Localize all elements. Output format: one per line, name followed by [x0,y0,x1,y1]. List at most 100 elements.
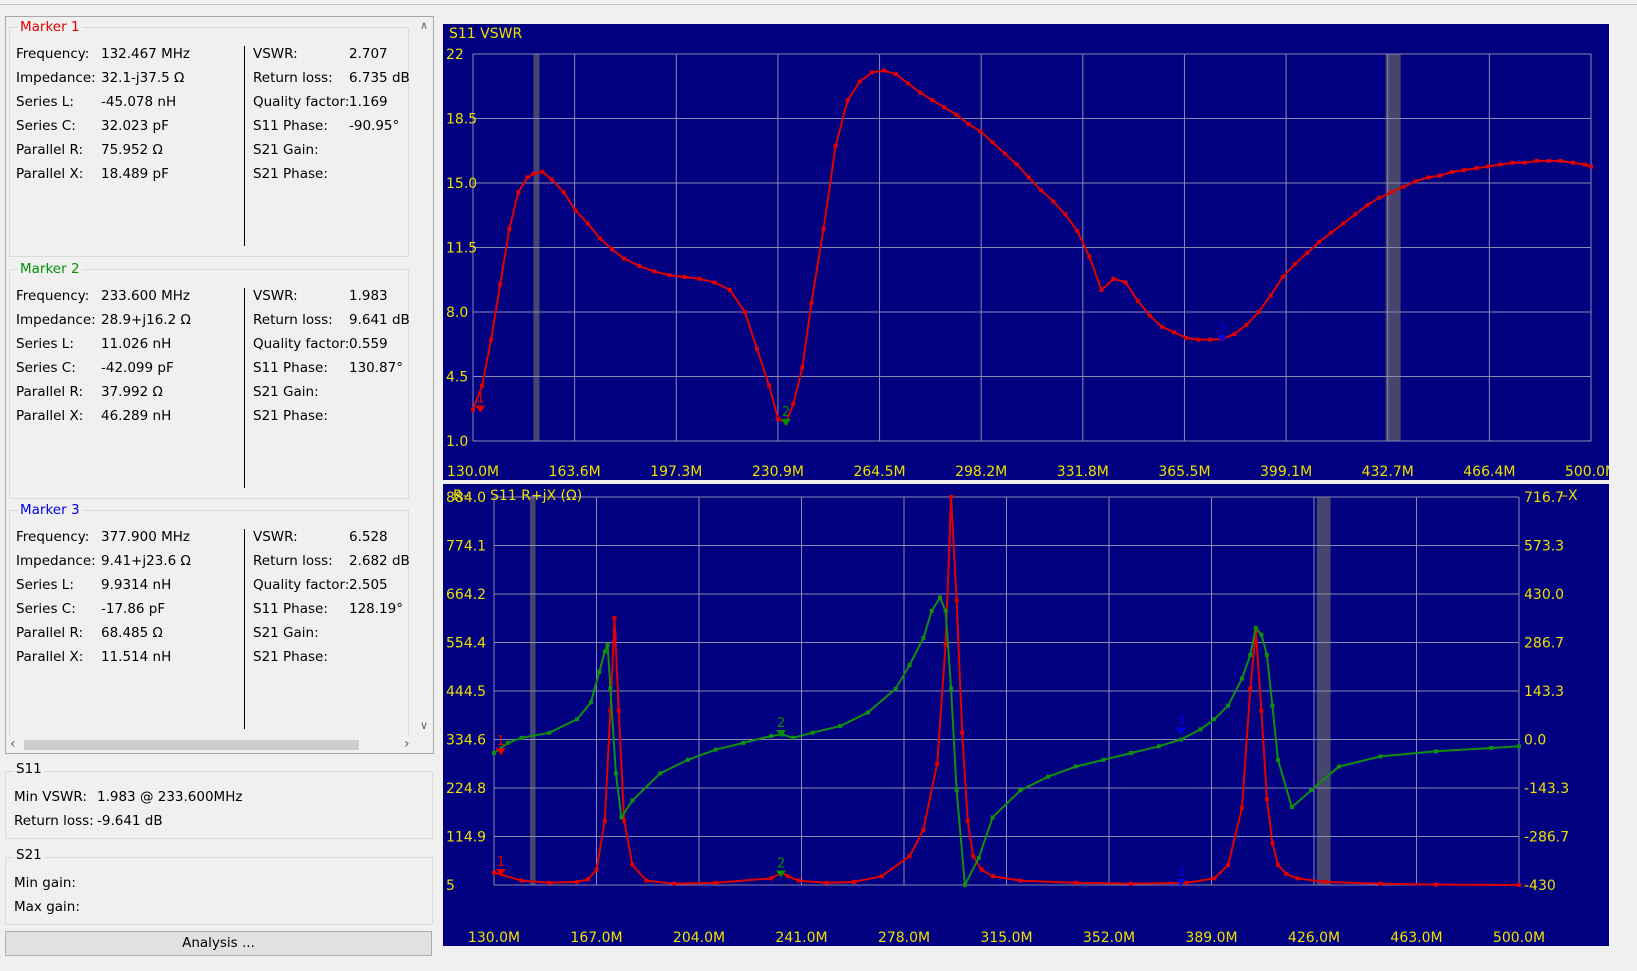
data-point [918,90,923,95]
marker-3-field-label: Impedance: [16,553,96,569]
marker-2-field-value: 130.87° [349,360,403,376]
data-point [1275,757,1280,762]
y2-tick-label: 430.0 [1524,587,1564,603]
data-point [869,70,874,75]
min-vswr-label: Min VSWR: [14,789,87,805]
data-point [767,383,772,388]
data-point [549,177,554,182]
x-tick-label: 331.8M [1057,464,1109,480]
chart-title: S11 VSWR [449,26,522,42]
data-point [921,635,926,640]
analysis-button[interactable]: Analysis ... [5,931,432,956]
y-tick-label: 554.4 [446,636,486,652]
marker-2-field-value: 9.641 dB [349,312,410,328]
y-tick-label: 15.0 [446,176,477,192]
data-point [921,827,926,832]
data-point [1425,175,1430,180]
data-point [845,98,850,103]
scroll-up-icon[interactable]: ∧ [420,19,428,32]
min-vswr-value: 1.983 @ 233.600MHz [97,789,243,805]
impedance-chart[interactable]: 130.0M 167.0M 204.0M 241.0M 278.0M 315.0M 352.… [443,484,1609,946]
data-point [1232,332,1237,337]
data-point [1582,162,1587,167]
marker-1-group: Marker 1 Frequency: 132.467 MHz Impedance: 3… [9,19,410,257]
marker-1-field-label: Impedance: [16,70,96,86]
horizontal-scroll-thumb[interactable] [24,740,359,750]
marker-panel[interactable]: Marker 1 Frequency: 132.467 MHz Impedance: 3… [5,16,434,754]
x-tick-label: 278.0M [878,930,930,946]
x-tick-label: 352.0M [1083,930,1135,946]
chart-background [443,24,1609,480]
data-point [652,269,657,274]
data-point [990,140,995,145]
data-point [588,700,593,705]
data-point [1498,162,1503,167]
data-point [990,815,995,820]
x-tick-label: 197.3M [650,464,702,480]
horizontal-scrollbar[interactable]: ‹ › [6,736,433,753]
marker-3-field-value: 2.505 [349,577,388,593]
marker-label: 3 [1177,865,1185,880]
data-point [1212,717,1217,722]
data-point [685,757,690,762]
data-point [962,883,967,887]
marker-2-field-value: 28.9+j16.2 Ω [101,312,191,328]
x-tick-label: 298.2M [955,464,1007,480]
marker-2-field-value: 46.289 nH [101,408,172,424]
data-point [573,208,578,213]
data-point [879,874,884,879]
data-point [1226,703,1231,708]
data-point [949,495,954,499]
data-point [507,227,512,232]
data-point [881,68,886,73]
data-point [1309,788,1314,793]
scroll-right-icon[interactable]: › [404,736,410,752]
data-point [519,878,524,883]
data-point [1275,863,1280,868]
data-point [1002,151,1007,156]
s11-summary-title: S11 [14,761,44,777]
marker-3-field-value: -17.86 pF [101,601,166,617]
marker-1-field-label: Return loss: [253,70,333,86]
marker-3-field-value: 11.514 nH [101,649,172,665]
data-point [1087,254,1092,259]
y2-tick-label: -430 [1524,878,1556,894]
s21-summary-title: S21 [14,847,44,863]
left-axis-label: R– [453,488,470,504]
data-point [1111,276,1116,281]
data-point [605,642,610,647]
scroll-left-icon[interactable]: ‹ [10,736,16,752]
data-point [1437,173,1442,178]
data-point [471,407,475,412]
data-point [575,879,580,884]
data-point [1026,175,1031,180]
marker-1-field-label: S21 Phase: [253,166,328,182]
y-tick-label: 664.2 [446,587,486,603]
data-point [1377,195,1382,200]
marker-2-field-label: Series C: [16,360,76,376]
vswr-chart[interactable]: 130.0M 163.6M 197.3M 230.9M 264.5M 298.2M 331.… [443,24,1609,480]
marker-3-field-value: 9.9314 nH [101,577,172,593]
data-point [489,337,494,342]
x-tick-label: 365.5M [1158,464,1210,480]
data-point [1075,228,1080,233]
data-point [978,129,983,134]
data-point [713,880,718,885]
data-point [971,854,976,859]
marker-3-field-label: S21 Gain: [253,625,319,641]
vertical-scrollbar[interactable]: ∧ ∨ [416,17,433,753]
marker-2-field-value: 233.600 MHz [101,288,191,304]
y-tick-label: 11.5 [446,241,477,257]
x-tick-label: 167.0M [570,930,622,946]
marker-2-field-label: VSWR: [253,288,298,304]
marker-2-field-label: S11 Phase: [253,360,328,376]
data-point [644,878,649,883]
data-point [612,615,617,620]
scroll-down-icon[interactable]: ∨ [420,719,428,732]
y2-tick-label: 0.0 [1524,733,1546,749]
data-point [1546,158,1551,163]
data-point [622,818,627,823]
data-point [1198,727,1203,732]
data-point [525,175,530,180]
data-point [907,854,912,859]
